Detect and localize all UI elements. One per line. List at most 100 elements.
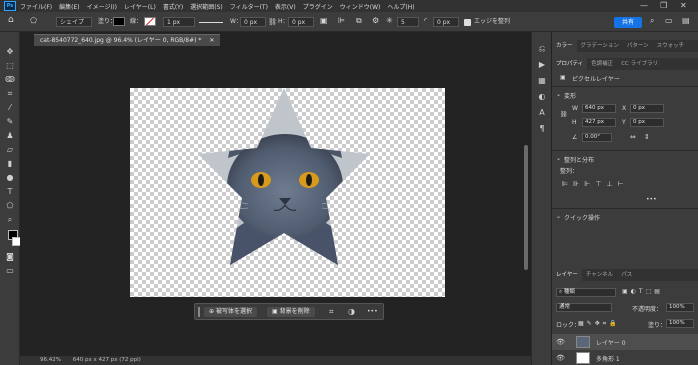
select-subject-button[interactable]: ⊕ 被写体を選択 (204, 307, 257, 317)
tab-adjustments[interactable]: 色調補正 (587, 58, 617, 70)
menu-window[interactable]: ウィンドウ(W) (340, 2, 381, 11)
menu-layer[interactable]: レイヤー(L) (124, 2, 156, 11)
move-tool-icon[interactable]: ✥ (5, 47, 15, 57)
remove-background-button[interactable]: ▣ 背景を削除 (267, 307, 315, 317)
stroke-width-field[interactable]: 1 px (163, 17, 195, 27)
angle-field[interactable]: 0.00° (582, 133, 612, 142)
align-edges-checkbox[interactable] (464, 19, 471, 26)
transform-x-field[interactable]: 0 px (630, 104, 664, 113)
menu-image[interactable]: イメージ(I) (87, 2, 117, 11)
link-icon[interactable]: ⛓ (268, 17, 277, 27)
marquee-tool-icon[interactable]: ⬚ (5, 61, 15, 71)
path-operations-icon[interactable]: ▣ (320, 16, 328, 26)
character-icon[interactable]: A (537, 108, 547, 118)
tab-paths[interactable]: パス (617, 269, 636, 281)
tab-properties[interactable]: プロパティ (552, 58, 588, 70)
screen-mode-icon[interactable]: ▭ (5, 266, 15, 276)
lasso-tool-icon[interactable]: ↂ (5, 75, 15, 85)
chevron-down-icon[interactable]: ⌄ (556, 155, 561, 162)
menu-edit[interactable]: 編集(E) (59, 2, 79, 11)
document-tab[interactable]: cat-8540772_640.jpg @ 96.4% (レイヤー 0, RGB… (34, 34, 221, 46)
canvas[interactable] (130, 88, 445, 297)
menu-type[interactable]: 書式(Y) (163, 2, 183, 11)
width-field[interactable]: 0 px (240, 17, 266, 27)
settings-gear-icon[interactable]: ⚙ (372, 16, 379, 26)
crop-icon[interactable]: ⌗ (329, 307, 334, 317)
layer-name[interactable]: レイヤー 0 (596, 338, 626, 347)
path-arrangement-icon[interactable]: ⧉ (356, 16, 362, 26)
workspace-icon[interactable]: ▭ (665, 16, 673, 26)
path-alignment-icon[interactable]: ⊫ (338, 16, 345, 26)
transform-link-icon[interactable]: ⛓ (560, 111, 568, 118)
menu-plugins[interactable]: プラグイン (303, 2, 333, 11)
layer-row[interactable]: 👁 多角形 1 (552, 350, 698, 365)
menu-file[interactable]: ファイル(F) (20, 2, 52, 11)
photoshop-logo[interactable]: Ps (4, 1, 16, 11)
layer-filter-icons[interactable]: ▣◐T⬚▤ (622, 288, 663, 295)
transform-height-field[interactable]: 427 px (582, 118, 616, 127)
tab-channels[interactable]: チャンネル (582, 269, 617, 281)
layer-name[interactable]: 多角形 1 (596, 354, 620, 363)
tab-color[interactable]: カラー (552, 40, 577, 52)
adjustments-icon[interactable]: ◐ (537, 92, 547, 102)
home-icon[interactable]: ⌂ (8, 15, 14, 25)
corner-radius-field[interactable]: 0 px (433, 17, 459, 27)
more-options-button[interactable]: ••• (367, 308, 378, 315)
lock-icons[interactable]: ▦✎✥⌗🔒 (578, 320, 620, 328)
eraser-tool-icon[interactable]: ▱ (5, 145, 15, 155)
fill-field[interactable]: 100% (666, 319, 694, 328)
minimize-icon[interactable]: — (640, 1, 648, 10)
eyedropper-tool-icon[interactable]: ⁄ (5, 103, 15, 113)
text-tool-icon[interactable]: T (5, 187, 15, 197)
paragraph-icon[interactable]: ¶ (537, 124, 547, 134)
more-icon[interactable]: ••• (646, 196, 657, 203)
blend-mode-select[interactable]: 通常 (556, 303, 612, 312)
transform-width-field[interactable]: 640 px (582, 104, 616, 113)
tab-pattern[interactable]: パターン (623, 40, 653, 52)
play-actions-icon[interactable]: ▶ (537, 60, 547, 70)
tab-cc-libraries[interactable]: CC ライブラリ (617, 58, 662, 70)
stamp-tool-icon[interactable]: ♟ (5, 131, 15, 141)
adjustment-icon[interactable]: ◑ (348, 307, 355, 316)
flip-horizontal-icon[interactable]: ⇔ (630, 133, 636, 141)
zoom-tool-icon[interactable]: ⌕ (5, 215, 15, 225)
layer-row[interactable]: 👁 レイヤー 0 (552, 334, 698, 350)
chevron-down-icon[interactable]: ⌄ (556, 213, 561, 220)
chevron-down-icon[interactable]: ⌄ (556, 91, 561, 98)
history-icon[interactable]: ⎌ (537, 44, 547, 54)
menu-view[interactable]: 表示(V) (275, 2, 296, 11)
quick-mask-icon[interactable]: ◙ (5, 252, 15, 262)
close-tab-icon[interactable]: ✕ (209, 37, 214, 44)
maximize-icon[interactable]: ❐ (660, 1, 667, 10)
search-icon[interactable]: ⌕ (650, 16, 654, 26)
stroke-type-select[interactable] (199, 17, 223, 23)
menu-help[interactable]: ヘルプ(H) (387, 2, 414, 11)
height-field[interactable]: 0 px (288, 17, 314, 27)
menu-select[interactable]: 選択範囲(S) (190, 2, 223, 11)
flip-vertical-icon[interactable]: ⇕ (644, 133, 650, 141)
vertical-scrollbar[interactable] (524, 145, 528, 270)
dodge-tool-icon[interactable]: ● (5, 173, 15, 183)
polygon-tool-icon[interactable]: ⬠ (30, 16, 37, 26)
crop-tool-icon[interactable]: ⌗ (5, 89, 15, 99)
zoom-level[interactable]: 96.42% (40, 357, 61, 363)
drag-handle-icon[interactable] (198, 307, 200, 317)
tab-swatches[interactable]: スウォッチ (653, 40, 689, 52)
polygon-shape-tool-icon[interactable]: ⬠ (5, 201, 15, 211)
layout-icon[interactable]: ▤ (682, 16, 690, 26)
tab-gradient[interactable]: グラデーション (577, 40, 623, 52)
brush-tool-icon[interactable]: ✎ (5, 117, 15, 127)
share-button[interactable]: 共有 (614, 17, 642, 28)
layer-filter-select[interactable]: ⌕ 種類 (556, 288, 616, 297)
sides-field[interactable]: 5 (397, 17, 419, 27)
visibility-eye-icon[interactable]: 👁 (556, 338, 565, 346)
close-window-icon[interactable]: ✕ (680, 1, 687, 10)
menu-filter[interactable]: フィルター(T) (230, 2, 268, 11)
properties-panel-icon[interactable]: ▦ (537, 76, 547, 86)
opacity-field[interactable]: 100% (666, 303, 694, 312)
visibility-eye-icon[interactable]: 👁 (556, 354, 565, 362)
stroke-swatch[interactable] (144, 17, 156, 26)
gradient-tool-icon[interactable]: ▮ (5, 159, 15, 169)
tool-mode-select[interactable]: シェイプ (56, 17, 92, 27)
tab-layers[interactable]: レイヤー (552, 269, 582, 281)
